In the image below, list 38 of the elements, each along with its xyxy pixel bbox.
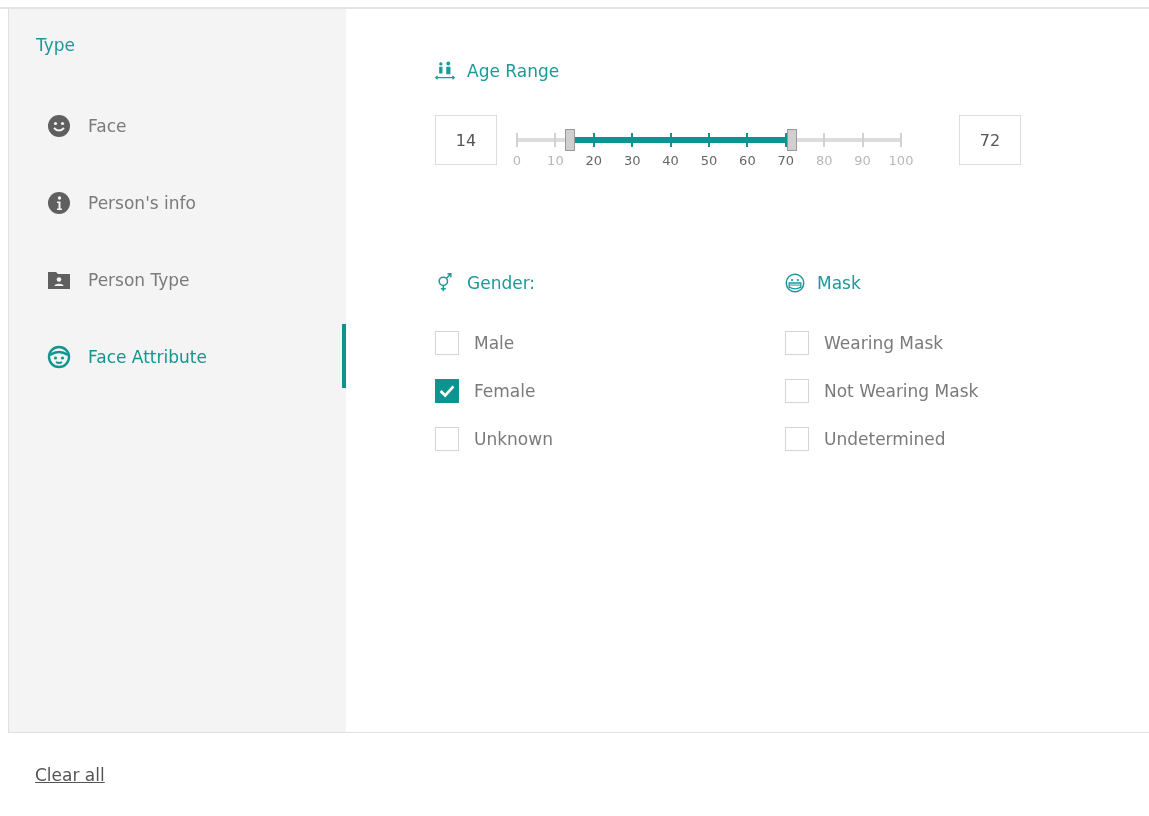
checkbox[interactable]: [435, 379, 459, 403]
info-icon: [47, 190, 71, 215]
tick-label: 10: [547, 153, 564, 168]
max-age-field[interactable]: 72: [959, 115, 1021, 165]
checkbox-label: Male: [474, 333, 515, 353]
tick-label: 40: [662, 153, 679, 168]
tick-label: 80: [815, 153, 833, 168]
section-title: Gender:: [467, 273, 536, 293]
section-title: Age Range: [467, 61, 560, 81]
people-icon: [435, 61, 455, 81]
sidebar-item[interactable]: Person's info: [9, 164, 346, 241]
checkbox-label: Unknown: [474, 429, 553, 449]
checkbox-label: Undetermined: [824, 429, 946, 449]
section-title: Mask: [817, 273, 861, 293]
sidebar-item[interactable]: Person Type: [9, 241, 346, 318]
clear-all-link[interactable]: Clear all: [35, 764, 105, 785]
slider-handle[interactable]: [787, 129, 798, 151]
mask-face-icon: [785, 273, 805, 293]
smiley-icon: [47, 113, 71, 138]
face-icon: [47, 344, 71, 369]
tick-label: 20: [585, 153, 603, 168]
range-slider-track[interactable]: [517, 128, 901, 152]
tick-label: 60: [739, 153, 756, 168]
checkbox-label: Female: [474, 381, 536, 401]
gender-icon: [435, 273, 455, 293]
min-age-field[interactable]: 14: [435, 115, 497, 165]
slider-handle[interactable]: [564, 129, 575, 151]
tick-label: 90: [854, 153, 871, 168]
checkbox-label: Not Wearing Mask: [824, 381, 979, 401]
tick-label: 70: [777, 153, 795, 168]
sidebar-item[interactable]: Face: [9, 87, 346, 164]
sidebar-item[interactable]: Face Attribute: [9, 318, 346, 395]
tick-label: 100: [888, 153, 914, 168]
tick-label: 50: [700, 153, 718, 168]
tick-label: 30: [623, 153, 641, 168]
checkbox-label: Wearing Mask: [824, 333, 944, 353]
sidebar-title: Type: [35, 35, 77, 57]
tick-label: 0: [512, 153, 522, 168]
